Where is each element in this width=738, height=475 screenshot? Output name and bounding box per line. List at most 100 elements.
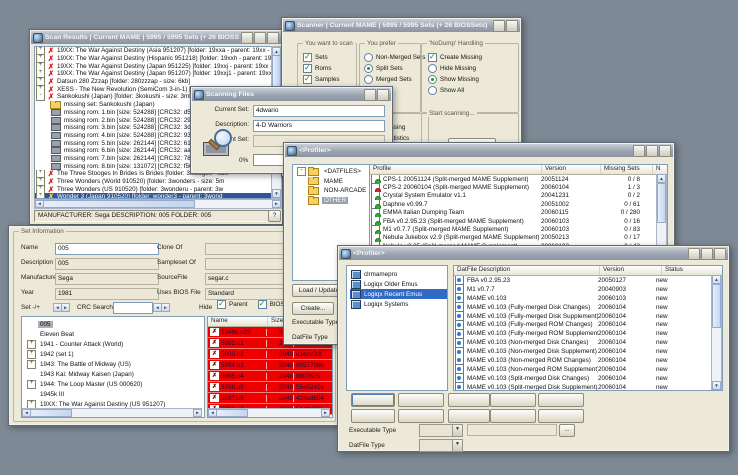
- datfile-row[interactable]: FBA v0.2.95.23 20050127 new: [454, 276, 722, 285]
- scan-result-row[interactable]: + Three Wonders (World 910520) [folder: …: [35, 178, 271, 186]
- action-button[interactable]: [490, 393, 536, 407]
- expander-icon[interactable]: +: [36, 70, 45, 78]
- window-button[interactable]: [633, 145, 645, 157]
- expander-icon[interactable]: +: [36, 170, 45, 178]
- profile-row[interactable]: Daphne v0.99.7 20051002 0 / 61: [370, 200, 667, 208]
- profile-row[interactable]: EMMA Italian Dumping Team 20060115 0 / 2…: [370, 209, 667, 217]
- column-header[interactable]: Status: [662, 266, 722, 275]
- window-button[interactable]: [646, 145, 658, 157]
- expander-icon[interactable]: +: [27, 350, 36, 359]
- site-tree-item[interactable]: Logiqx Older Emus: [350, 279, 447, 289]
- chevron-down-icon[interactable]: ▼: [452, 440, 462, 451]
- datfiles-tree-item[interactable]: - <DATFILES>: [296, 167, 369, 177]
- vertical-scrollbar[interactable]: ▲ ▼: [711, 275, 722, 390]
- scroll-thumb[interactable]: [43, 200, 195, 208]
- crc-search-input[interactable]: [113, 302, 153, 314]
- scroll-right-icon[interactable]: ►: [272, 200, 281, 208]
- prefer-option[interactable]: Split Sets: [364, 63, 419, 74]
- scroll-thumb[interactable]: [30, 409, 72, 417]
- profile-row[interactable]: Crystal System Emulator v1.1 20041231 0 …: [370, 192, 667, 200]
- datfile-row[interactable]: MAME v0.103 (Fully-merged ROM Supplement…: [454, 329, 722, 338]
- column-header[interactable]: Version: [600, 266, 662, 275]
- datfile-row[interactable]: MAME v0.103 (Non-merged ROM Changes) 200…: [454, 356, 722, 365]
- expander-icon[interactable]: +: [27, 340, 36, 349]
- rom-row-missing[interactable]: ✗ 5096.u5 2048 5545241e: [208, 382, 332, 393]
- datfile-row[interactable]: MAME v0.103 (Non-merged ROM Supplement) …: [454, 365, 722, 374]
- nodump-option[interactable]: Create Missing: [428, 52, 516, 63]
- profile-row[interactable]: FBA v0.2.95.23 (Split-merged MAME Supple…: [370, 217, 667, 225]
- action-button[interactable]: [538, 409, 584, 423]
- scroll-thumb[interactable]: [216, 409, 248, 417]
- scroll-up-icon[interactable]: ▲: [712, 275, 721, 284]
- scroll-thumb[interactable]: [657, 183, 666, 223]
- action-button[interactable]: [398, 393, 444, 407]
- field-value[interactable]: 4-D Warriors: [253, 120, 385, 132]
- prefer-option[interactable]: Merged Sets: [364, 74, 419, 85]
- expander-icon[interactable]: +: [36, 55, 45, 63]
- expander-icon[interactable]: +: [27, 360, 36, 369]
- scanner-titlebar[interactable]: Scanner | Current MAME | 5995 / 5995 Set…: [283, 19, 520, 32]
- rom-row-missing[interactable]: ✗ 5095.u4 2048 f887f575: [208, 371, 332, 382]
- window-button[interactable]: [377, 89, 389, 101]
- scanning-files-titlebar[interactable]: Scanning Files: [192, 88, 391, 101]
- column-header[interactable]: N: [653, 165, 667, 174]
- datfile-row[interactable]: MAME v0.103 (Split-merged Disk Supplemen…: [454, 383, 722, 391]
- expander-icon[interactable]: -: [36, 93, 45, 101]
- action-button[interactable]: [351, 393, 395, 407]
- scroll-thumb[interactable]: [712, 284, 721, 328]
- window-button[interactable]: [364, 89, 376, 101]
- expander-icon[interactable]: -: [297, 167, 306, 176]
- scan-result-row[interactable]: + 19XX: The War Against Destiny (Hispani…: [35, 55, 271, 63]
- profiler-titlebar[interactable]: <Profiler>: [285, 144, 673, 157]
- set-tree-item[interactable]: + 1944: The Loop Master (US 000620): [26, 379, 204, 389]
- window-button[interactable]: [688, 248, 700, 260]
- site-tree-item[interactable]: clrmamepro: [350, 269, 447, 279]
- window-button[interactable]: [506, 20, 518, 32]
- action-button[interactable]: [351, 409, 395, 423]
- scan-result-row[interactable]: + 19XX: The War Against Destiny (Asia 95…: [35, 47, 271, 55]
- set-tree-item[interactable]: 1943 Kai: Midway Kaisen (Japan): [26, 369, 204, 379]
- datfile-row[interactable]: M1 v0.7.7 20040903 new: [454, 285, 722, 294]
- action-button[interactable]: [448, 409, 490, 423]
- set-tree-item[interactable]: 005: [26, 319, 204, 329]
- expander-icon[interactable]: +: [27, 380, 36, 389]
- set-tree-item[interactable]: + 1942 (set 1): [26, 349, 204, 359]
- scan-result-row[interactable]: + Three Wonders (US 910520) [folder: 3wo…: [35, 185, 271, 193]
- column-header[interactable]: Missing Sets: [601, 165, 653, 174]
- scroll-right-icon[interactable]: ►: [193, 409, 202, 417]
- site-tree-item[interactable]: Logiqx Systems: [350, 299, 447, 309]
- scroll-right-icon[interactable]: ►: [321, 409, 330, 417]
- scan-option[interactable]: Samples: [303, 74, 354, 85]
- expander-icon[interactable]: +: [36, 178, 45, 186]
- scan-results-titlebar[interactable]: Scan Results | Current MAME | 5995 / 599…: [31, 31, 281, 44]
- browse-button[interactable]: ...: [559, 424, 575, 437]
- scroll-thumb[interactable]: [272, 55, 281, 87]
- profile-row[interactable]: Nebula Jukebox v2.9 (Split-merged MAME S…: [370, 234, 667, 242]
- scan-result-row[interactable]: + 19XX: The War Against Destiny (Japan 9…: [35, 70, 271, 78]
- scan-option[interactable]: Roms: [303, 63, 354, 74]
- datfile-row[interactable]: MAME v0.103 (Non-merged Disk Changes) 20…: [454, 338, 722, 347]
- scan-result-row[interactable]: + 19XX: The War Against Destiny (Japan 9…: [35, 62, 271, 70]
- window-button[interactable]: [254, 32, 266, 44]
- nodump-option[interactable]: Show Missing: [428, 74, 516, 85]
- window-button[interactable]: [493, 20, 505, 32]
- datfiles-tree-item[interactable]: OTHER: [296, 196, 369, 206]
- nodump-option[interactable]: Hide Missing: [428, 63, 516, 74]
- expander-icon[interactable]: +: [36, 47, 45, 55]
- window-button[interactable]: [701, 248, 713, 260]
- window-button[interactable]: [267, 32, 279, 44]
- hide-option[interactable]: Parent: [217, 299, 248, 310]
- set-tree-item[interactable]: + 1943: The Battle of Midway (US): [26, 359, 204, 369]
- horizontal-scrollbar[interactable]: ◄ ►: [34, 199, 282, 209]
- column-header[interactable]: Version: [542, 165, 601, 174]
- scan-option[interactable]: Sets: [303, 52, 354, 63]
- scroll-down-icon[interactable]: ▼: [272, 189, 281, 198]
- rom-horizontal-scrollbar[interactable]: ◄ ►: [208, 408, 330, 417]
- set-tree-item[interactable]: 1945k III: [26, 389, 204, 399]
- action-button[interactable]: [448, 393, 490, 407]
- datfile-row[interactable]: MAME v0.103 (Fully-merged Disk Changes) …: [454, 303, 722, 312]
- expander-icon[interactable]: +: [36, 185, 45, 193]
- nodump-option[interactable]: Show All: [428, 85, 516, 96]
- site-tree-item[interactable]: Logiqx Recent Emus: [350, 289, 447, 299]
- crc-next-icon[interactable]: ►: [161, 303, 170, 312]
